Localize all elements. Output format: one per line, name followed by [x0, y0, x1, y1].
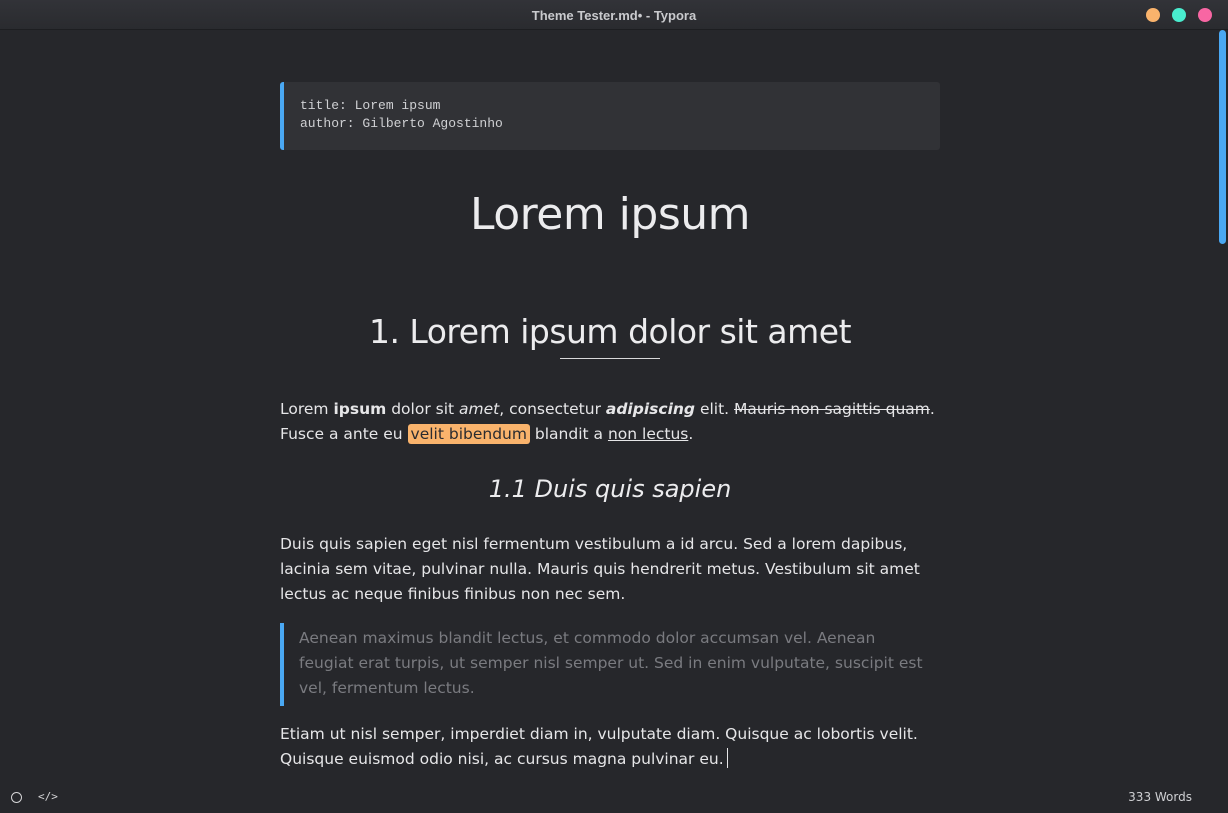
- paragraph-2[interactable]: Duis quis sapien eget nisl fermentum ves…: [280, 532, 940, 607]
- status-bar: </> 333 Words: [0, 783, 1228, 813]
- maximize-button[interactable]: [1172, 8, 1186, 22]
- text-run: , consectetur: [499, 400, 606, 418]
- strikethrough-text: Mauris non sagittis quam: [734, 400, 930, 418]
- front-matter-line-author: author: Gilberto Agostinho: [300, 116, 503, 131]
- text-run: dolor sit: [386, 400, 460, 418]
- window-title: Theme Tester.md• - Typora: [531, 8, 697, 23]
- close-button[interactable]: [1198, 8, 1212, 22]
- typora-window: Theme Tester.md• - Typora title: Lorem i…: [0, 0, 1228, 813]
- minimize-button[interactable]: [1146, 8, 1160, 22]
- yaml-front-matter[interactable]: title: Lorem ipsum author: Gilberto Agos…: [280, 82, 940, 150]
- vertical-scrollbar[interactable]: [1217, 30, 1228, 783]
- underlined-text: non lectus: [607, 425, 689, 443]
- title-bar[interactable]: Theme Tester.md• - Typora: [0, 0, 1228, 30]
- highlighted-text: velit bibendum: [407, 424, 530, 444]
- blockquote[interactable]: Aenean maximus blandit lectus, et commod…: [280, 623, 940, 706]
- front-matter-line-title: title: Lorem ipsum: [300, 98, 441, 113]
- text-run: .: [688, 425, 694, 443]
- paragraph-3[interactable]: Etiam ut nisl semper, imperdiet diam in,…: [280, 722, 940, 772]
- heading-2[interactable]: 1. Lorem ipsum dolor sit amet: [280, 310, 940, 354]
- bold-text: ipsum: [333, 400, 387, 418]
- text-cursor: [726, 748, 728, 768]
- heading-1[interactable]: Lorem ipsum: [280, 185, 940, 245]
- code-icon[interactable]: </>: [38, 789, 58, 805]
- italic-text: amet: [459, 400, 500, 418]
- circle-outline-icon[interactable]: [11, 792, 22, 803]
- bold-italic-text: adipiscing: [605, 400, 696, 418]
- text-run: blandit a: [529, 425, 608, 443]
- text-run: Lorem: [280, 400, 334, 418]
- paragraph-1[interactable]: Lorem ipsum dolor sit amet, consectetur …: [280, 397, 940, 447]
- word-count[interactable]: 333 Words: [1128, 783, 1192, 813]
- scrollbar-thumb[interactable]: [1219, 30, 1226, 244]
- text-run: elit.: [695, 400, 735, 418]
- heading-3[interactable]: 1.1 Duis quis sapien: [280, 472, 940, 506]
- paragraph-3-text: Etiam ut nisl semper, imperdiet diam in,…: [280, 725, 918, 768]
- h2-underline-decoration: [560, 358, 660, 359]
